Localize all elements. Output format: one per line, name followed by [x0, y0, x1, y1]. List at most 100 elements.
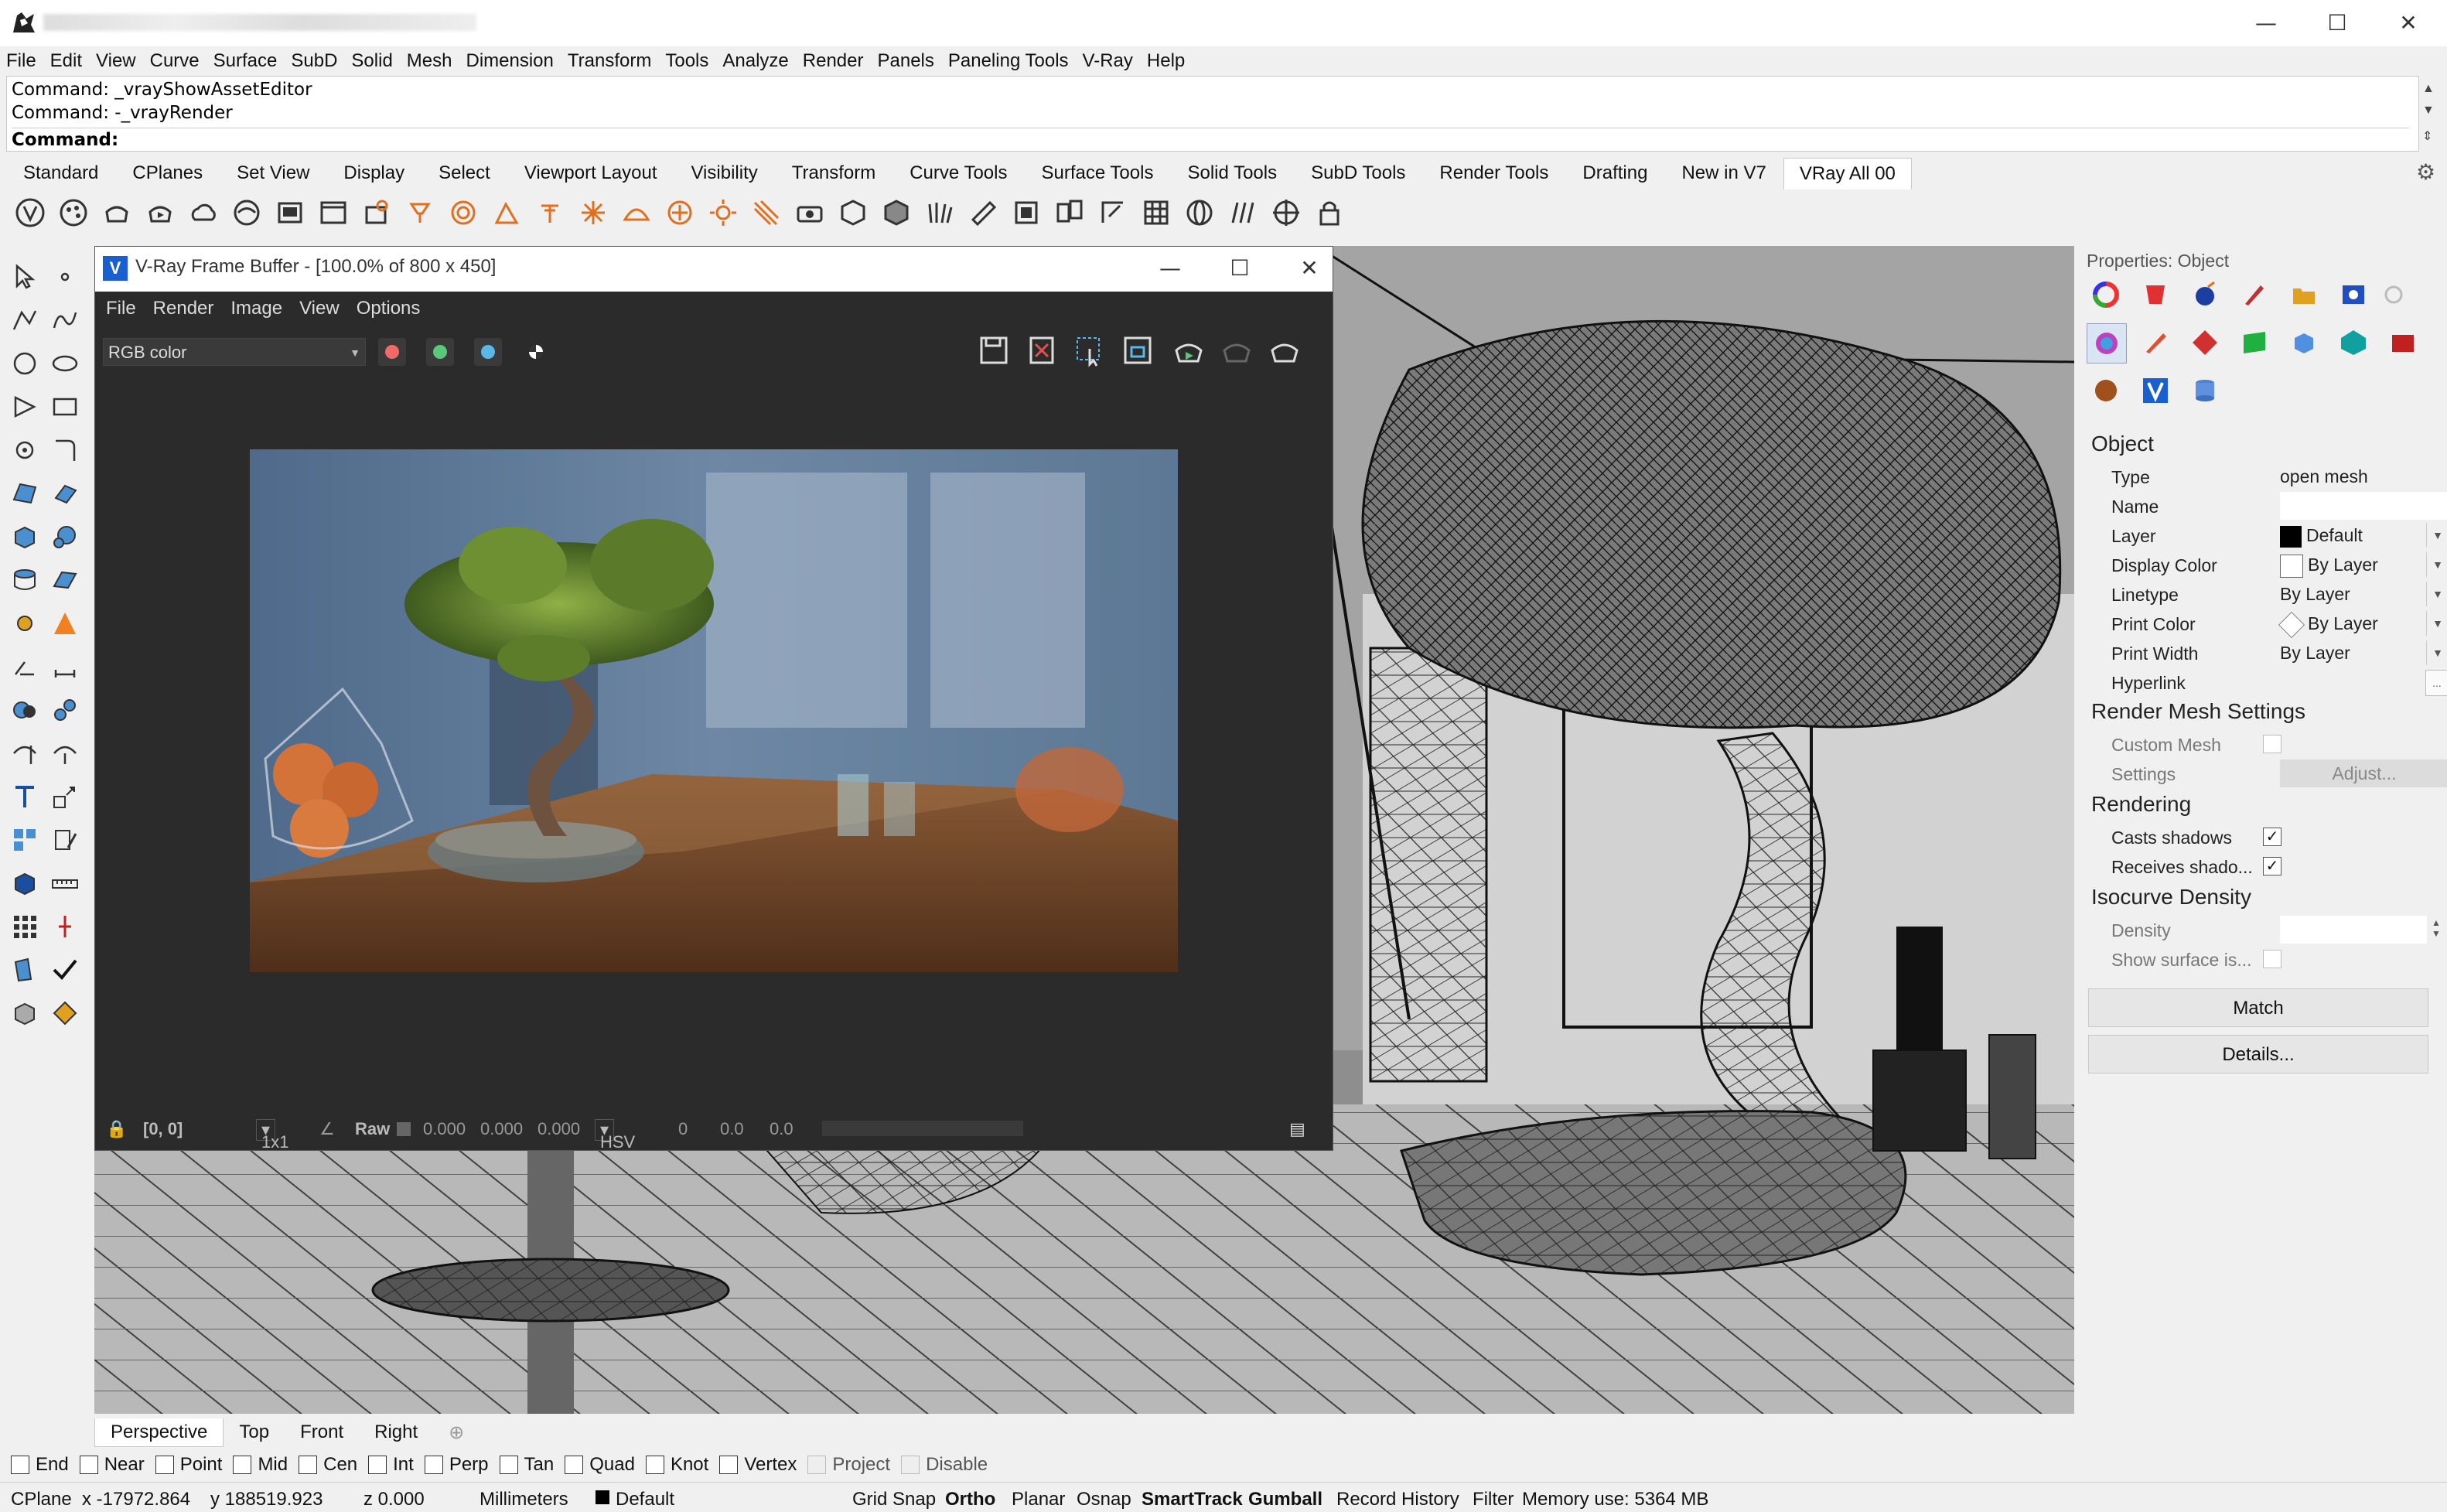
receives-shadows-checkbox[interactable]: ✓ [2263, 857, 2281, 875]
color-mode-select[interactable]: HSV ▾ [595, 1119, 635, 1152]
enmesh-icon[interactable] [1094, 193, 1132, 232]
clipper-icon[interactable] [964, 193, 1002, 232]
export-proxy-icon[interactable] [877, 193, 916, 232]
grid-snap-toggle[interactable]: Grid Snap [852, 1489, 936, 1510]
box-icon[interactable] [6, 518, 43, 555]
polyline-icon[interactable] [6, 302, 43, 339]
ratio-select[interactable]: 1x1 ▾ [256, 1119, 288, 1152]
scroll-spin-icon[interactable]: ⇕ [2422, 128, 2432, 144]
menu-view[interactable]: View [96, 50, 136, 72]
vfb-menu-file[interactable]: File [106, 298, 136, 319]
region-select-icon[interactable] [1073, 333, 1110, 370]
tab-right[interactable]: Right [359, 1418, 433, 1446]
record-history-toggle[interactable]: Record History [1336, 1489, 1459, 1510]
check-icon[interactable] [46, 951, 84, 988]
lock-icon[interactable] [1310, 193, 1349, 232]
units-label[interactable]: Millimeters [480, 1489, 568, 1510]
tab-perspective[interactable]: Perspective [94, 1418, 224, 1447]
custom-mesh-checkbox[interactable] [2263, 735, 2281, 753]
folder-icon[interactable] [2285, 275, 2323, 314]
vray-logo-icon[interactable] [11, 193, 49, 232]
camera-icon[interactable] [790, 193, 829, 232]
osnap-toggle[interactable]: Osnap [1077, 1489, 1131, 1510]
menu-curve[interactable]: Curve [150, 50, 200, 72]
display-color-select[interactable]: By Layer ▼ [2280, 551, 2447, 579]
menu-surface[interactable]: Surface [213, 50, 278, 72]
mesh-plane-icon[interactable] [46, 561, 84, 599]
texture-ball-icon[interactable] [2087, 371, 2125, 410]
name-field[interactable] [2280, 492, 2447, 520]
osnap-checkbox[interactable] [79, 1456, 98, 1474]
image-icon[interactable] [2334, 275, 2373, 314]
lock-icon[interactable]: 🔒 [106, 1119, 127, 1139]
vfb-minimize-button[interactable]: — [1147, 251, 1193, 285]
dome-light-icon[interactable] [617, 193, 656, 232]
sun-icon[interactable] [704, 193, 742, 232]
osnap-checkbox[interactable] [499, 1456, 518, 1474]
render-object-icon[interactable] [6, 995, 43, 1032]
batch-render-icon[interactable] [357, 193, 396, 232]
point-icon[interactable] [46, 258, 84, 295]
tab-select[interactable]: Select [421, 162, 507, 184]
scroll-down-icon[interactable]: ▼ [2422, 104, 2435, 118]
tab-render-tools[interactable]: Render Tools [1422, 162, 1565, 184]
tab-vray-all[interactable]: VRay All 00 [1783, 157, 1912, 189]
osnap-near[interactable]: Near [79, 1454, 145, 1476]
dimension-icon[interactable] [6, 648, 43, 685]
chevron-down-icon[interactable]: ▼ [2426, 523, 2447, 548]
menu-panels[interactable]: Panels [877, 50, 933, 72]
osnap-mid[interactable]: Mid [233, 1454, 288, 1476]
adjust-button[interactable]: Adjust... [2280, 759, 2447, 787]
osnap-checkbox[interactable] [645, 1456, 664, 1474]
green-channel-button[interactable] [426, 338, 454, 366]
hyperlink-browse-button[interactable]: ... [2425, 670, 2447, 696]
osnap-checkbox[interactable] [565, 1456, 584, 1474]
vfb-maximize-button[interactable]: ☐ [1217, 251, 1263, 285]
osnap-checkbox[interactable] [11, 1456, 29, 1474]
tab-surface-tools[interactable]: Surface Tools [1024, 162, 1170, 184]
red-box-icon[interactable] [2384, 323, 2422, 362]
tab-display[interactable]: Display [326, 162, 421, 184]
edit-icon[interactable] [46, 821, 84, 858]
menu-paneling-tools[interactable]: Paneling Tools [948, 50, 1069, 72]
log-icon[interactable]: ▤ [1289, 1119, 1305, 1139]
polygon-icon[interactable] [6, 388, 43, 425]
circle-icon[interactable] [6, 345, 43, 382]
cylinder-icon[interactable] [6, 561, 43, 599]
hyperlink-field[interactable]: ... [2280, 668, 2447, 696]
gear-icon[interactable]: ⚙ [2416, 159, 2439, 184]
osnap-checkbox[interactable] [719, 1456, 739, 1474]
tab-standard[interactable]: Standard [6, 162, 115, 184]
menu-subd[interactable]: SubD [291, 50, 337, 72]
osnap-tan[interactable]: Tan [499, 1454, 554, 1476]
render-teapot-icon[interactable] [1268, 333, 1305, 370]
tab-new-in-v7[interactable]: New in V7 [1664, 162, 1783, 184]
curve-icon[interactable] [46, 302, 84, 339]
print-width-select[interactable]: By Layer ▼ [2280, 639, 2447, 667]
paint-brush-icon[interactable] [2136, 323, 2175, 362]
window-icon[interactable] [314, 193, 353, 232]
vfb-menu-view[interactable]: View [299, 298, 340, 319]
color-picker-icon[interactable]: ∠ [319, 1119, 335, 1139]
channel-select[interactable]: RGB color ▼ [103, 338, 366, 366]
select-arrow-icon[interactable] [6, 258, 43, 295]
mesh-diamond-icon[interactable] [2186, 323, 2224, 362]
brush-icon[interactable] [2235, 275, 2274, 314]
osnap-checkbox[interactable] [807, 1456, 827, 1474]
teal-gem-icon[interactable] [2334, 323, 2373, 362]
rectangle-icon[interactable] [46, 388, 84, 425]
tab-set-view[interactable]: Set View [220, 162, 326, 184]
menu-file[interactable]: File [6, 50, 36, 72]
crosshair-icon[interactable] [1267, 193, 1305, 232]
details-button[interactable]: Details... [2088, 1035, 2428, 1073]
dimension-linear-icon[interactable] [46, 648, 84, 685]
density-spinner-icon[interactable]: ▲ ▼ [2432, 917, 2441, 939]
gumball-icon[interactable] [46, 908, 84, 945]
osnap-checkbox[interactable] [155, 1456, 174, 1474]
osnap-quad[interactable]: Quad [565, 1454, 635, 1476]
menu-solid[interactable]: Solid [351, 50, 392, 72]
tab-subd-tools[interactable]: SubD Tools [1294, 162, 1422, 184]
osnap-cen[interactable]: Cen [299, 1454, 357, 1476]
fillet-curve-icon[interactable] [46, 432, 84, 469]
light-gen-icon[interactable] [747, 193, 786, 232]
